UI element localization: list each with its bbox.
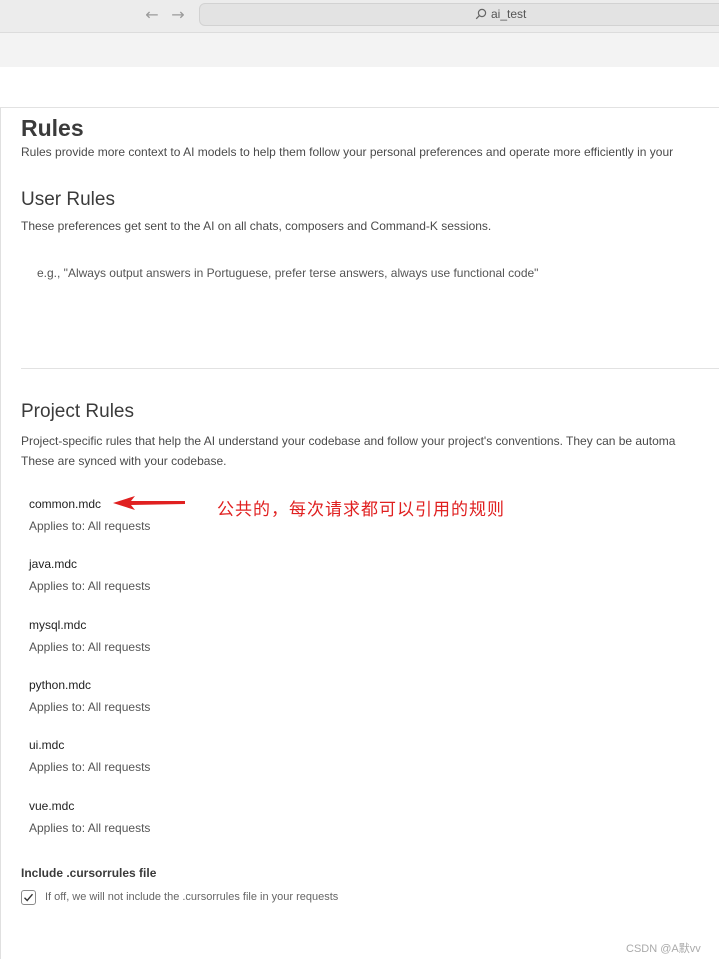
rule-file-name: vue.mdc — [29, 799, 75, 813]
search-text: ai_test — [491, 7, 527, 21]
user-rules-title: User Rules — [21, 189, 115, 210]
toolbar-strip — [0, 33, 719, 67]
rule-file-applies: Applies to: All requests — [29, 821, 151, 835]
rule-file-name: python.mdc — [29, 678, 92, 692]
cursorrules-title: Include .cursorrules file — [21, 866, 157, 880]
rule-file-vue[interactable]: vue.mdc Applies to: All requests — [29, 799, 150, 835]
rule-file-name: ui.mdc — [29, 738, 65, 752]
user-rules-input[interactable]: e.g., "Always output answers in Portugue… — [37, 266, 538, 280]
rule-file-name: java.mdc — [29, 557, 78, 571]
rules-title: Rules — [21, 115, 84, 141]
rule-file-python[interactable]: python.mdc Applies to: All requests — [29, 678, 150, 714]
rule-file-applies: Applies to: All requests — [29, 640, 151, 654]
cursorrules-label: If off, we will not include the .cursorr… — [45, 891, 339, 903]
project-rules-sync-note: These are synced with your codebase. — [21, 454, 227, 468]
rules-description: Rules provide more context to AI models … — [21, 145, 674, 159]
rule-file-applies: Applies to: All requests — [29, 519, 151, 533]
annotation-arrow-icon — [113, 496, 185, 510]
arrow-left-icon[interactable]: ← — [143, 6, 161, 24]
search-icon — [475, 8, 487, 20]
watermark: CSDN @A默vv — [626, 943, 701, 955]
search-bar[interactable]: ai_test — [199, 3, 719, 26]
rule-file-applies: Applies to: All requests — [29, 700, 151, 714]
header-area — [0, 67, 719, 108]
annotation-text: 公共的，每次请求都可以引用的规则 — [217, 500, 505, 519]
title-bar: ← → ai_test — [0, 0, 719, 33]
rule-file-applies: Applies to: All requests — [29, 760, 151, 774]
rule-file-java[interactable]: java.mdc Applies to: All requests — [29, 557, 150, 593]
project-rules-title: Project Rules — [21, 401, 134, 422]
rule-file-name: mysql.mdc — [29, 618, 87, 632]
cursorrules-checkbox[interactable] — [21, 890, 36, 905]
rule-file-ui[interactable]: ui.mdc Applies to: All requests — [29, 738, 150, 774]
arrow-right-icon[interactable]: → — [169, 6, 187, 24]
checkmark-icon — [24, 893, 34, 902]
rule-file-applies: Applies to: All requests — [29, 579, 151, 593]
section-divider — [21, 368, 719, 369]
project-rules-description: Project-specific rules that help the AI … — [21, 434, 676, 448]
rule-file-mysql[interactable]: mysql.mdc Applies to: All requests — [29, 618, 150, 654]
user-rules-description: These preferences get sent to the AI on … — [21, 219, 492, 233]
